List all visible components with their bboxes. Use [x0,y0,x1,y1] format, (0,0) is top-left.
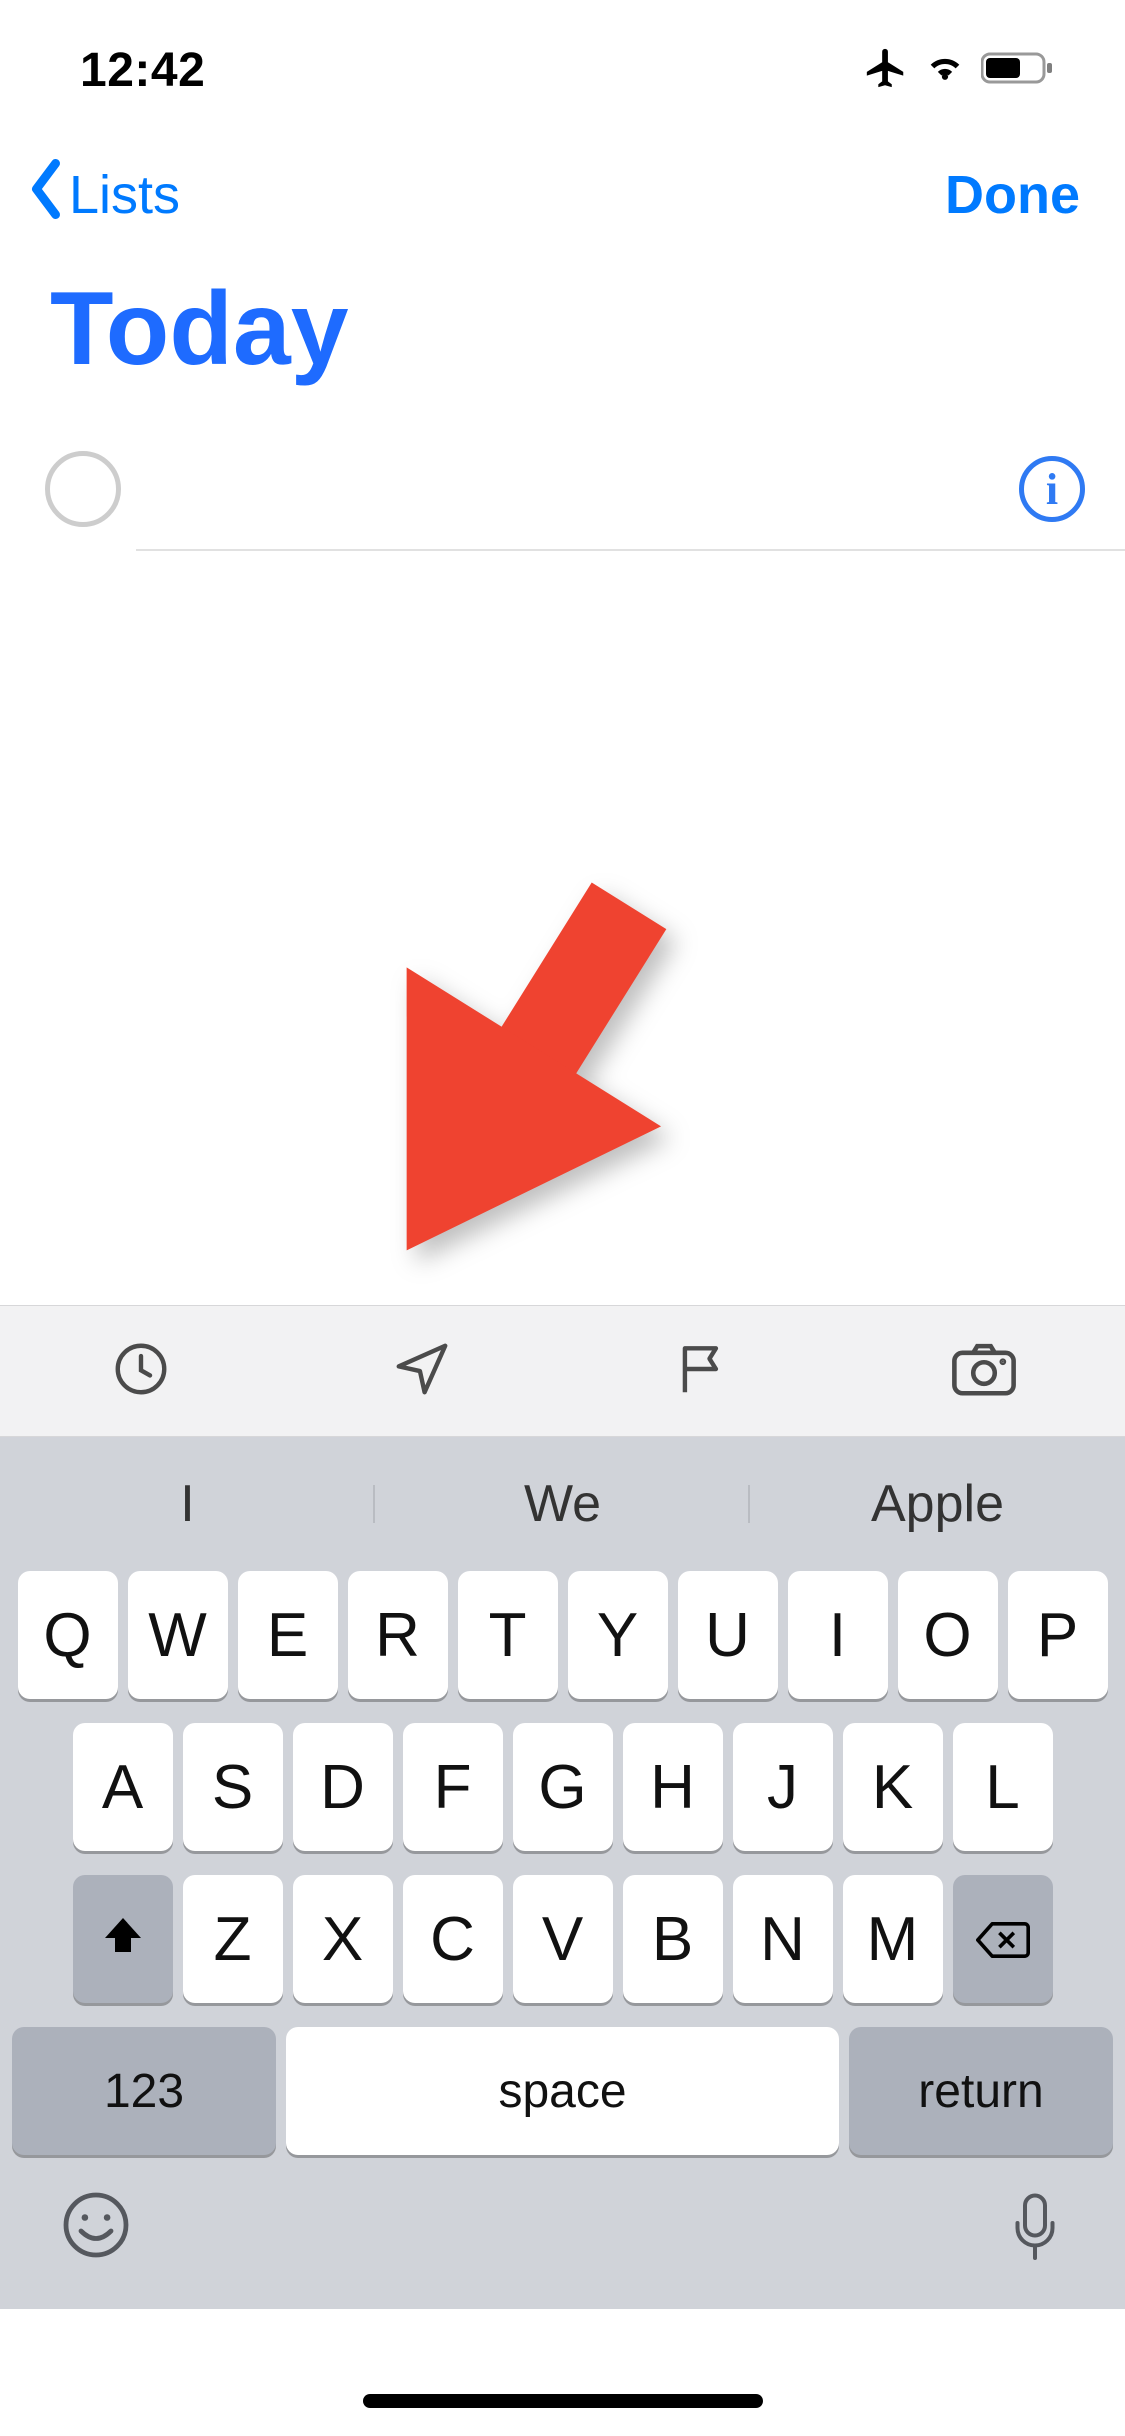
key-l[interactable]: L [953,1723,1053,1851]
status-time: 12:42 [80,43,205,98]
key-i[interactable]: I [788,1571,888,1699]
key-w[interactable]: W [128,1571,228,1699]
key-s[interactable]: S [183,1723,283,1851]
key-row-1: Q W E R T Y U I O P [10,1571,1115,1699]
suggestion-3[interactable]: Apple [750,1474,1125,1534]
key-j[interactable]: J [733,1723,833,1851]
camera-button[interactable] [894,1306,1074,1436]
key-q[interactable]: Q [18,1571,118,1699]
backspace-key[interactable] [953,1875,1053,2003]
keyboard-bottom-bar [0,2179,1125,2299]
reminder-row: i [0,429,1125,549]
numbers-key[interactable]: 123 [12,2027,276,2155]
navigation-bar: Lists Done [0,140,1125,250]
key-f[interactable]: F [403,1723,503,1851]
suggestion-bar: I We Apple [0,1437,1125,1571]
key-z[interactable]: Z [183,1875,283,2003]
key-g[interactable]: G [513,1723,613,1851]
info-icon: i [1046,464,1058,515]
dictation-button[interactable] [1005,2189,1065,2272]
key-m[interactable]: M [843,1875,943,2003]
complete-toggle[interactable] [45,451,121,527]
key-u[interactable]: U [678,1571,778,1699]
location-arrow-icon [391,1338,453,1405]
backspace-icon [976,1904,1030,1975]
details-button[interactable]: i [1019,456,1085,522]
key-row-2: A S D F G H J K L [10,1723,1115,1851]
shift-key[interactable] [73,1875,173,2003]
key-k[interactable]: K [843,1723,943,1851]
keyboard: I We Apple Q W E R T Y U I O P A S D F G… [0,1437,1125,2309]
airplane-mode-icon [863,45,909,96]
done-button[interactable]: Done [945,164,1080,226]
key-h[interactable]: H [623,1723,723,1851]
space-key[interactable]: space [286,2027,839,2155]
key-o[interactable]: O [898,1571,998,1699]
key-c[interactable]: C [403,1875,503,2003]
battery-icon [981,51,1055,90]
home-indicator[interactable] [363,2394,763,2408]
key-y[interactable]: Y [568,1571,668,1699]
page-title: Today [0,250,1125,429]
location-button[interactable] [332,1306,512,1436]
flag-icon [672,1338,734,1405]
key-b[interactable]: B [623,1875,723,2003]
status-bar: 12:42 [0,0,1125,140]
camera-icon [949,1338,1019,1405]
row-divider [136,549,1125,551]
key-row-4: 123 space return [10,2027,1115,2155]
back-button[interactable]: Lists [25,157,180,234]
suggestion-2[interactable]: We [375,1474,750,1534]
key-a[interactable]: A [73,1723,173,1851]
key-row-3: Z X C V B N M [10,1875,1115,2003]
wifi-icon [923,46,967,95]
schedule-button[interactable] [51,1306,231,1436]
edit-toolbar [0,1305,1125,1437]
key-v[interactable]: V [513,1875,613,2003]
key-n[interactable]: N [733,1875,833,2003]
back-label: Lists [69,164,180,226]
key-d[interactable]: D [293,1723,393,1851]
return-key[interactable]: return [849,2027,1113,2155]
key-x[interactable]: X [293,1875,393,2003]
reminder-title-input[interactable] [146,429,994,549]
status-icons [863,45,1055,96]
key-p[interactable]: P [1008,1571,1108,1699]
shift-icon [99,1904,147,1975]
key-e[interactable]: E [238,1571,338,1699]
flag-button[interactable] [613,1306,793,1436]
annotation-arrow [300,850,720,1325]
key-r[interactable]: R [348,1571,448,1699]
chevron-left-icon [25,157,67,234]
clock-icon [110,1338,172,1405]
suggestion-1[interactable]: I [0,1474,375,1534]
key-t[interactable]: T [458,1571,558,1699]
emoji-button[interactable] [60,2189,132,2266]
